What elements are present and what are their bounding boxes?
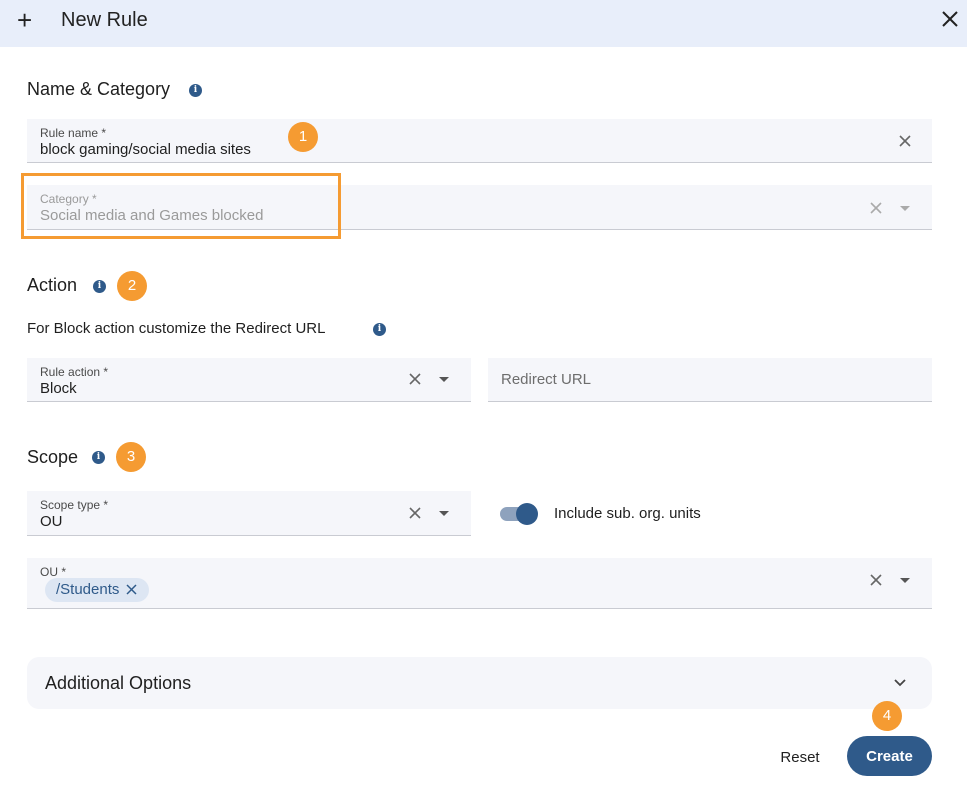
info-icon[interactable]: i	[373, 323, 386, 336]
rule-name-value: block gaming/social media sites	[40, 141, 251, 158]
dropdown-caret-icon[interactable]	[439, 511, 449, 516]
ou-label: OU *	[40, 565, 67, 579]
section-title-name-category: Name & Category	[27, 79, 171, 99]
rule-action-label: Rule action *	[40, 365, 109, 379]
step-badge-2: 2	[117, 271, 147, 301]
section-title-action: Action	[27, 275, 78, 295]
rule-name-field[interactable]: Rule name * block gaming/social media si…	[27, 119, 932, 163]
dialog-title: New Rule	[61, 9, 148, 31]
include-suborg-toggle[interactable]	[500, 503, 540, 525]
step-badge-4: 4	[872, 701, 902, 731]
include-suborg-label: Include sub. org. units	[554, 505, 701, 522]
action-subtitle: For Block action customize the Redirect …	[27, 320, 326, 337]
clear-icon[interactable]	[869, 201, 883, 215]
close-icon[interactable]	[940, 9, 960, 29]
chevron-down-icon[interactable]	[893, 676, 907, 690]
dropdown-caret-icon[interactable]	[439, 377, 449, 382]
clear-icon[interactable]	[869, 573, 883, 587]
reset-button[interactable]: Reset	[766, 746, 834, 768]
dropdown-caret-icon[interactable]	[900, 206, 910, 211]
create-button[interactable]: Create	[847, 736, 932, 776]
chip-remove-icon[interactable]	[125, 583, 138, 596]
section-title-scope: Scope	[27, 447, 79, 467]
ou-field[interactable]: OU *	[27, 558, 932, 609]
plus-icon: +	[17, 5, 33, 35]
redirect-url-field[interactable]: Redirect URL	[488, 358, 932, 402]
redirect-url-placeholder: Redirect URL	[501, 371, 592, 388]
category-highlight	[21, 173, 341, 239]
step-badge-1: 1	[288, 122, 318, 152]
rule-action-value: Block	[40, 380, 77, 397]
scope-type-label: Scope type *	[40, 498, 109, 512]
clear-icon[interactable]	[898, 134, 912, 148]
scope-type-value: OU	[40, 513, 63, 530]
rule-action-field[interactable]: Rule action * Block	[27, 358, 471, 402]
scope-type-field[interactable]: Scope type * OU	[27, 491, 471, 536]
clear-icon[interactable]	[408, 506, 422, 520]
dialog-header: + New Rule	[0, 0, 967, 47]
toggle-knob	[516, 503, 538, 525]
ou-chip-students[interactable]: /Students	[45, 578, 150, 602]
dropdown-caret-icon[interactable]	[900, 578, 910, 583]
clear-icon[interactable]	[408, 372, 422, 386]
info-icon[interactable]: i	[92, 451, 105, 464]
rule-name-label: Rule name *	[40, 126, 107, 140]
additional-options-label: Additional Options	[45, 673, 192, 693]
step-badge-3: 3	[116, 442, 146, 472]
info-icon[interactable]: i	[93, 280, 106, 293]
additional-options-panel[interactable]: Additional Options	[27, 657, 932, 709]
info-icon[interactable]: i	[189, 84, 202, 97]
ou-chip-label: /Students	[56, 581, 120, 598]
